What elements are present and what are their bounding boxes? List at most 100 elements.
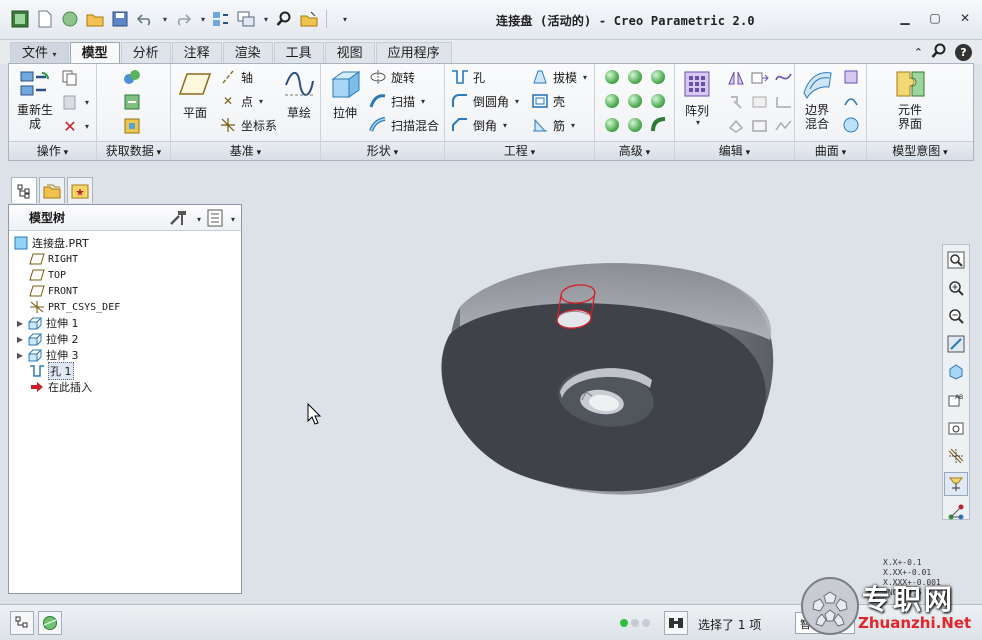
- spin-center-icon[interactable]: [944, 500, 968, 524]
- redo-dropdown-icon[interactable]: ▾: [198, 9, 206, 29]
- tree-item-csys[interactable]: PRT_CSYS_DEF: [13, 299, 241, 315]
- axis-button[interactable]: 轴: [219, 67, 253, 87]
- search-help-icon[interactable]: [931, 43, 947, 62]
- saved-orientations-icon[interactable]: AB: [944, 388, 968, 412]
- tree-settings-icon[interactable]: [169, 209, 189, 230]
- tab-render[interactable]: 渲染: [222, 42, 273, 64]
- advanced-feature-icon[interactable]: [651, 94, 665, 108]
- app-menu-icon[interactable]: [10, 9, 30, 29]
- tree-item-extrude-2[interactable]: ▶ 拉伸 2: [13, 331, 241, 347]
- advanced-feature-icon[interactable]: [651, 70, 665, 84]
- offset-icon[interactable]: [727, 94, 745, 113]
- solidify-icon[interactable]: [775, 118, 793, 137]
- tab-analysis[interactable]: 分析: [120, 42, 171, 64]
- refit-icon[interactable]: [944, 248, 968, 272]
- extend-icon[interactable]: [751, 70, 769, 89]
- tree-settings-dropdown-icon[interactable]: ▾: [197, 215, 201, 224]
- toggle-browser-icon[interactable]: [38, 611, 62, 635]
- rib-button[interactable]: 筋 ▾: [531, 115, 575, 135]
- customize-qat-icon[interactable]: ▾: [334, 9, 354, 29]
- windows-dropdown-icon[interactable]: ▾: [261, 9, 269, 29]
- zoom-in-icon[interactable]: [944, 276, 968, 300]
- advanced-feature-icon[interactable]: [628, 70, 642, 84]
- show-options-dropdown-icon[interactable]: ▾: [231, 215, 235, 224]
- sphere-icon[interactable]: [60, 9, 80, 29]
- find-icon[interactable]: [664, 611, 688, 635]
- maximize-icon[interactable]: ▢: [926, 10, 944, 26]
- new-file-icon[interactable]: [35, 9, 55, 29]
- advanced-feature-icon[interactable]: [605, 70, 619, 84]
- minimize-icon[interactable]: ▁: [896, 10, 914, 26]
- zoom-out-icon[interactable]: [944, 304, 968, 328]
- tree-item-right[interactable]: RIGHT: [13, 251, 241, 267]
- tree-item-extrude-3[interactable]: ▶ 拉伸 3: [13, 347, 241, 363]
- mirror-icon[interactable]: [727, 70, 745, 89]
- tab-model[interactable]: 模型: [69, 42, 120, 65]
- regenerate-button[interactable]: 重新生 成: [13, 68, 57, 131]
- display-style-icon[interactable]: [944, 360, 968, 384]
- graphics-window[interactable]: [248, 174, 938, 598]
- undo-icon[interactable]: [135, 9, 155, 29]
- regenerate-small-icon[interactable]: [211, 9, 231, 29]
- windows-icon[interactable]: [236, 9, 256, 29]
- datum-plane-button[interactable]: 平面: [175, 68, 215, 120]
- freestyle-icon[interactable]: [843, 93, 859, 112]
- tree-item-part[interactable]: 连接盘.PRT: [13, 235, 241, 251]
- sweep-button[interactable]: 扫描 ▾: [369, 91, 425, 111]
- style-sphere-icon[interactable]: [843, 117, 859, 136]
- paste-button[interactable]: ▾: [61, 92, 89, 112]
- fill-icon[interactable]: [843, 69, 859, 88]
- folder-browser-tab[interactable]: [39, 177, 65, 203]
- thicken-icon[interactable]: [751, 94, 769, 113]
- copy-geometry-button[interactable]: [123, 68, 141, 88]
- extrude-button[interactable]: 拉伸: [325, 68, 365, 120]
- collapse-ribbon-icon[interactable]: ⌃: [914, 46, 923, 59]
- round-button[interactable]: 倒圆角 ▾: [451, 91, 519, 111]
- intersect-icon[interactable]: [775, 94, 793, 113]
- save-icon[interactable]: [110, 9, 130, 29]
- show-options-icon[interactable]: [207, 209, 223, 230]
- revolve-button[interactable]: 旋转: [369, 67, 415, 87]
- tree-item-hole-1[interactable]: 孔 1: [13, 362, 241, 380]
- view-manager-icon[interactable]: [944, 416, 968, 440]
- close-icon[interactable]: ✕: [956, 10, 974, 26]
- datum-display-icon[interactable]: [944, 444, 968, 468]
- sketch-button[interactable]: 草绘: [281, 68, 317, 120]
- merge-button[interactable]: [123, 92, 141, 112]
- tab-annotate[interactable]: 注释: [171, 42, 222, 64]
- pattern-button[interactable]: 阵列 ▾: [679, 68, 715, 130]
- chamfer-button[interactable]: 倒角 ▾: [451, 115, 507, 135]
- advanced-feature-icon[interactable]: [605, 118, 619, 132]
- tab-applications[interactable]: 应用程序: [375, 42, 452, 64]
- annotation-display-icon[interactable]: [944, 472, 968, 496]
- toroidal-bend-icon[interactable]: [650, 116, 668, 137]
- tree-item-front[interactable]: FRONT: [13, 283, 241, 299]
- merge-surface-icon[interactable]: [727, 118, 745, 137]
- expand-icon[interactable]: ▶: [13, 351, 27, 360]
- search-icon[interactable]: [274, 9, 294, 29]
- hole-button[interactable]: 孔: [451, 67, 485, 87]
- toggle-navigator-icon[interactable]: [10, 611, 34, 635]
- expand-icon[interactable]: ▶: [13, 319, 27, 328]
- point-button[interactable]: ✕ 点 ▾: [219, 91, 263, 111]
- trim-icon[interactable]: [751, 118, 769, 137]
- expand-icon[interactable]: ▶: [13, 335, 27, 344]
- redo-icon[interactable]: [173, 9, 193, 29]
- advanced-feature-icon[interactable]: [628, 94, 642, 108]
- boundary-blend-button[interactable]: 边界 混合: [797, 68, 837, 131]
- help-icon[interactable]: ?: [955, 44, 972, 61]
- undo-dropdown-icon[interactable]: ▾: [160, 9, 168, 29]
- project-icon[interactable]: [775, 70, 793, 89]
- tree-item-extrude-1[interactable]: ▶ 拉伸 1: [13, 315, 241, 331]
- csys-button[interactable]: 坐标系: [219, 115, 277, 135]
- draft-button[interactable]: 拔模 ▾: [531, 67, 587, 87]
- part-disk[interactable]: [441, 263, 774, 495]
- copy-button[interactable]: [61, 68, 79, 88]
- swept-blend-button[interactable]: 扫描混合: [369, 115, 439, 135]
- tab-view[interactable]: 视图: [324, 42, 375, 64]
- shell-button[interactable]: 壳: [531, 91, 565, 111]
- model-tree-tab[interactable]: [11, 177, 37, 203]
- tree-item-insert-here[interactable]: 在此插入: [13, 379, 241, 395]
- close-window-folder-icon[interactable]: [299, 9, 319, 29]
- advanced-feature-icon[interactable]: [605, 94, 619, 108]
